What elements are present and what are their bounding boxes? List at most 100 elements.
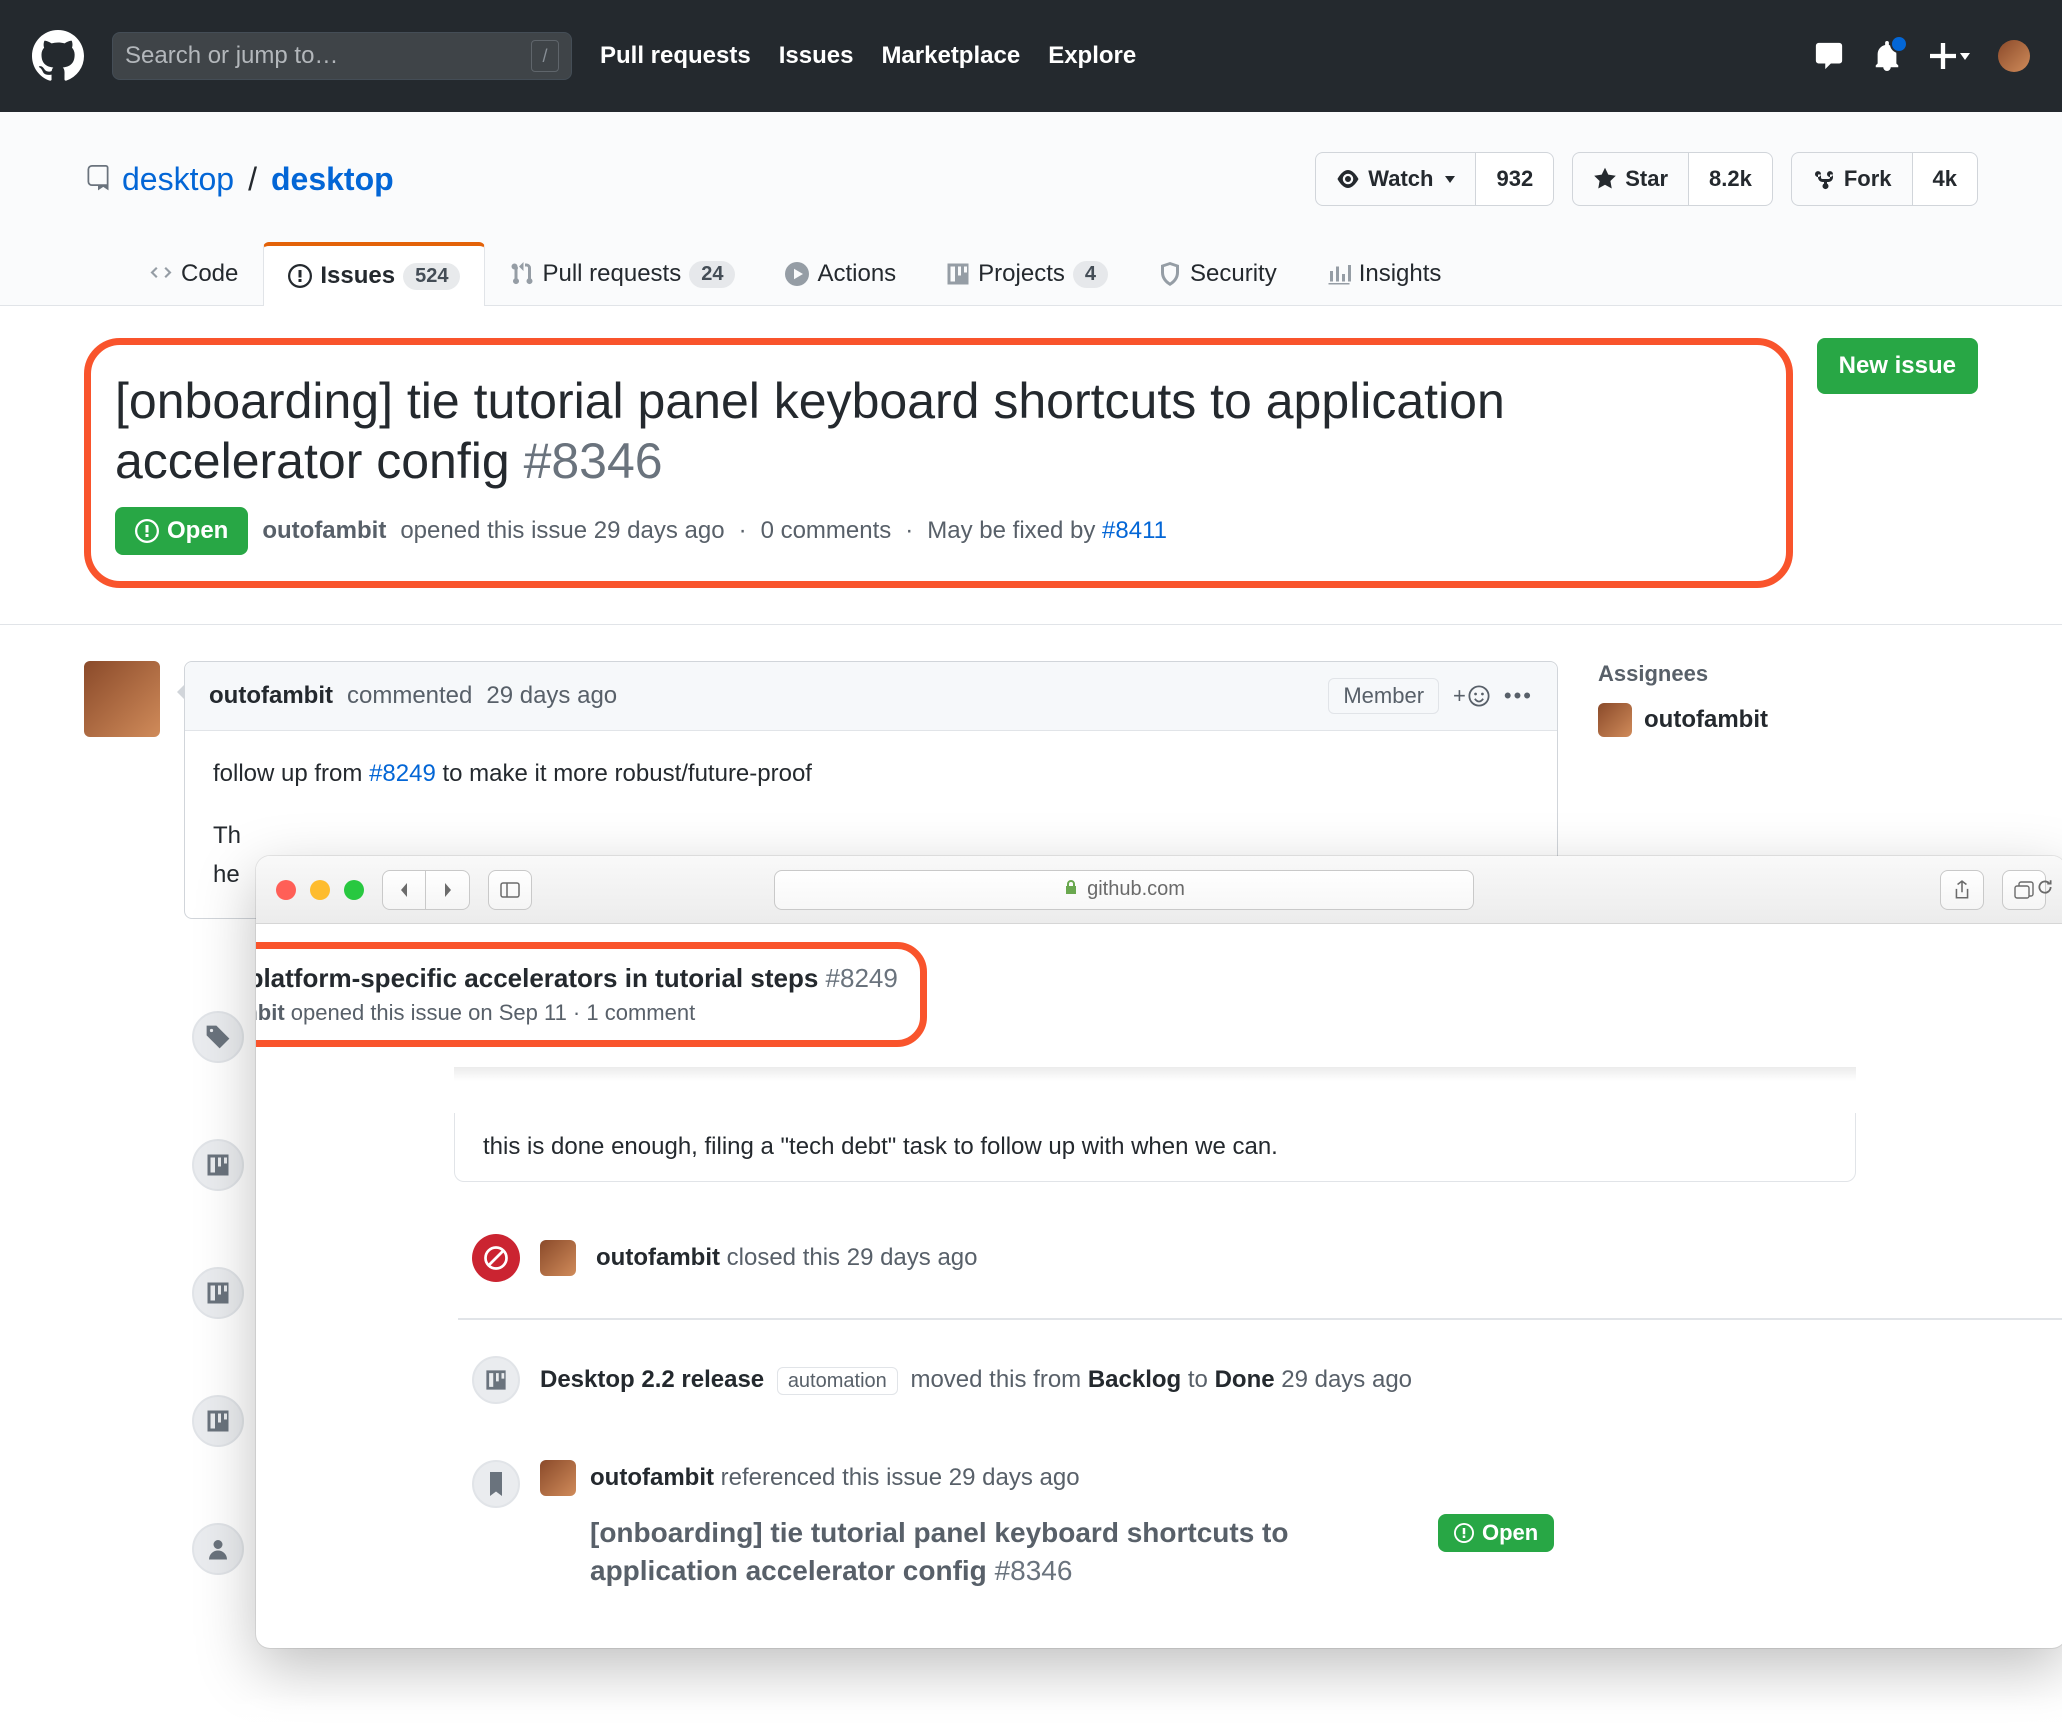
hovercard-number: #8249 — [826, 963, 898, 993]
automation-badge: automation — [777, 1367, 898, 1395]
repo-actions: Watch 932 Star 8.2k Fork 4k — [1315, 152, 1978, 206]
repo-name-link[interactable]: desktop — [271, 161, 394, 197]
create-new-menu[interactable] — [1930, 43, 1970, 69]
global-nav: Pull requests Issues Marketplace Explore — [600, 42, 1136, 70]
notifications-bell-icon[interactable] — [1872, 41, 1902, 71]
comment-author-avatar[interactable] — [84, 661, 160, 737]
project-icon — [192, 1395, 244, 1447]
safari-share-button[interactable] — [1940, 870, 1984, 910]
bookmark-icon — [472, 1460, 520, 1508]
inner-comment-body: this is done enough, filing a "tech debt… — [454, 1113, 1856, 1182]
nav-issues[interactable]: Issues — [779, 42, 854, 70]
safari-toolbar: github.com — [256, 856, 2062, 924]
traffic-zoom[interactable] — [344, 880, 364, 900]
assignee-row[interactable]: outofambit — [1598, 703, 1978, 737]
fork-icon — [1812, 167, 1836, 191]
notification-unread-dot — [1890, 35, 1908, 53]
timeline-closed-event: outofambit closed this 29 days ago — [472, 1206, 2062, 1310]
assignees-heading[interactable]: Assignees — [1598, 661, 1978, 687]
tab-pull-requests[interactable]: Pull requests24 — [485, 242, 760, 305]
traffic-close[interactable] — [276, 880, 296, 900]
tab-issues[interactable]: Issues524 — [263, 242, 485, 306]
github-logo[interactable] — [32, 30, 84, 82]
safari-back-button[interactable] — [382, 870, 426, 910]
timeline-reference-event: outofambit referenced this issue 29 days… — [472, 1432, 2062, 1618]
nav-marketplace[interactable]: Marketplace — [881, 42, 1020, 70]
repo-owner-link[interactable]: desktop — [122, 161, 234, 198]
notifications-chat-icon[interactable] — [1814, 41, 1844, 71]
global-search[interactable]: Search or jump to… / — [112, 32, 572, 80]
person-icon — [192, 1523, 244, 1575]
issues-count: 524 — [403, 263, 460, 290]
tab-security[interactable]: Security — [1133, 242, 1302, 305]
watch-label: Watch — [1368, 166, 1433, 192]
issue-number: #8346 — [524, 433, 663, 489]
issue-title: [onboarding] tie tutorial panel keyboard… — [115, 371, 1762, 491]
referenced-issue-title[interactable]: [onboarding] tie tutorial panel keyboard… — [590, 1514, 1410, 1590]
star-label: Star — [1625, 166, 1668, 192]
nav-explore[interactable]: Explore — [1048, 42, 1136, 70]
watch-button[interactable]: Watch — [1315, 152, 1476, 206]
add-reaction-button[interactable]: + — [1453, 683, 1490, 709]
safari-forward-button[interactable] — [426, 870, 470, 910]
fix-pr-link[interactable]: #8411 — [1102, 517, 1167, 544]
issue-opened-icon — [288, 264, 312, 288]
safari-url-bar[interactable]: github.com — [774, 870, 1474, 910]
fork-button[interactable]: Fork — [1791, 152, 1913, 206]
assignee-name: outofambit — [1644, 706, 1768, 734]
project-icon — [472, 1356, 520, 1404]
project-icon — [946, 262, 970, 286]
safari-preview-window: github.com Closed Show platform-specific… — [256, 856, 2062, 1648]
hovercard-title[interactable]: Show platform-specific accelerators in t… — [256, 963, 818, 993]
tab-projects[interactable]: Projects4 — [921, 242, 1133, 305]
issue-opened-icon — [135, 519, 159, 543]
pulls-count: 24 — [689, 261, 735, 288]
repo-breadcrumb: desktop / desktop — [84, 161, 394, 198]
shield-icon — [1158, 262, 1182, 286]
timeline-side-badges — [192, 1011, 244, 1575]
lock-icon — [1063, 878, 1079, 901]
reload-icon[interactable] — [2036, 878, 2054, 902]
caret-down-icon — [1445, 176, 1455, 183]
watch-count[interactable]: 932 — [1476, 152, 1554, 206]
event-avatar[interactable] — [540, 1240, 576, 1276]
code-icon — [149, 262, 173, 286]
breadcrumb-slash: / — [248, 161, 257, 198]
fork-label: Fork — [1844, 166, 1892, 192]
issue-hovercard-highlight: Closed Show platform-specific accelerato… — [256, 942, 927, 1047]
issue-header-highlight: [onboarding] tie tutorial panel keyboard… — [84, 338, 1793, 588]
global-header: Search or jump to… / Pull requests Issue… — [0, 0, 2062, 112]
new-issue-button[interactable]: New issue — [1817, 338, 1978, 394]
user-avatar-menu[interactable] — [1998, 40, 2030, 72]
graph-icon — [1327, 262, 1351, 286]
window-traffic-lights[interactable] — [276, 880, 364, 900]
search-placeholder: Search or jump to… — [125, 42, 338, 70]
referenced-issue-link[interactable]: #8249 — [369, 760, 436, 787]
hovercard-author[interactable]: outofambit — [256, 1000, 285, 1025]
eye-icon — [1336, 167, 1360, 191]
event-avatar[interactable] — [540, 1460, 576, 1496]
fork-count[interactable]: 4k — [1913, 152, 1978, 206]
nav-pull-requests[interactable]: Pull requests — [600, 42, 751, 70]
safari-sidebar-button[interactable] — [488, 870, 532, 910]
issue-meta: Open outofambit opened this issue 29 day… — [115, 507, 1762, 555]
traffic-minimize[interactable] — [310, 880, 330, 900]
repo-header: desktop / desktop Watch 932 Star — [0, 112, 2062, 306]
star-button[interactable]: Star — [1572, 152, 1689, 206]
closed-icon — [472, 1234, 520, 1282]
project-icon — [192, 1139, 244, 1191]
star-icon — [1593, 167, 1617, 191]
tab-code[interactable]: Code — [124, 242, 263, 305]
comment-author[interactable]: outofambit — [209, 682, 333, 710]
repo-icon — [84, 165, 112, 193]
projects-count: 4 — [1073, 261, 1108, 288]
comment-time[interactable]: 29 days ago — [486, 682, 617, 710]
tab-actions[interactable]: Actions — [760, 242, 921, 305]
referenced-issue-state: Open — [1438, 1514, 1554, 1552]
issue-author[interactable]: outofambit — [262, 517, 386, 545]
star-count[interactable]: 8.2k — [1689, 152, 1773, 206]
search-slash-hint: / — [531, 40, 559, 72]
tab-insights[interactable]: Insights — [1302, 242, 1467, 305]
comment-menu-button[interactable]: ••• — [1504, 683, 1533, 709]
safari-url-host: github.com — [1087, 878, 1185, 901]
